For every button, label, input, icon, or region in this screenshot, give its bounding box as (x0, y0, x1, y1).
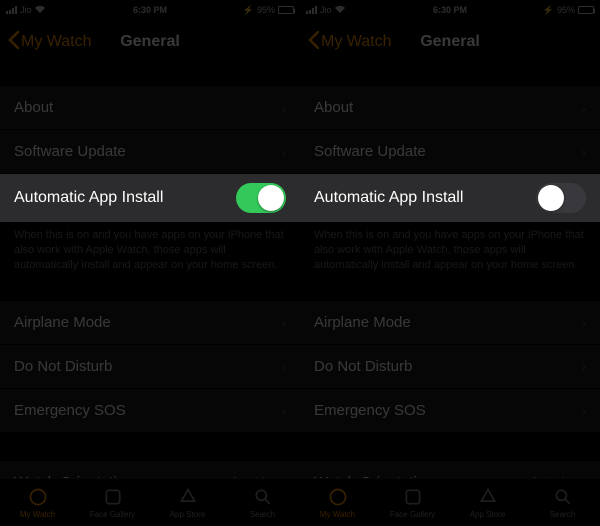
nav-bar: My Watch General (300, 20, 600, 64)
row-watch-orientation[interactable]: Watch Orientation Left Wrist › (0, 461, 300, 478)
page-title: General (120, 33, 180, 51)
tab-search[interactable]: Search (525, 486, 600, 519)
settings-list: About › Software Update › Automatic App … (300, 64, 600, 478)
chevron-right-icon: › (581, 474, 586, 478)
chevron-right-icon: › (281, 358, 286, 374)
tab-app-store[interactable]: App Store (150, 486, 225, 519)
orientation-value: Left Wrist (216, 474, 275, 478)
row-watch-orientation[interactable]: Watch Orientation Left Wrist › (300, 461, 600, 478)
nav-bar: My Watch General (0, 20, 300, 64)
row-software-update[interactable]: Software Update › (0, 130, 300, 174)
status-bar: Jio 6:30 PM ⚡ 95% (300, 0, 600, 20)
watch-icon (27, 486, 49, 508)
row-software-update[interactable]: Software Update › (300, 130, 600, 174)
back-label: My Watch (21, 33, 92, 51)
bluetooth-icon: ⚡ (243, 5, 254, 16)
settings-list: About › Software Update › Automatic App … (0, 64, 300, 478)
row-emergency-sos[interactable]: Emergency SOS › (300, 389, 600, 433)
app-store-icon (477, 486, 499, 508)
chevron-right-icon: › (281, 402, 286, 418)
chevron-right-icon: › (581, 358, 586, 374)
row-do-not-disturb[interactable]: Do Not Disturb › (0, 345, 300, 389)
battery-icon (578, 6, 594, 14)
chevron-right-icon: › (281, 144, 286, 160)
chevron-left-icon (8, 31, 19, 54)
battery-pct: 95% (257, 5, 275, 15)
search-icon (252, 486, 274, 508)
signal-icon (6, 6, 17, 14)
watch-icon (327, 486, 349, 508)
row-airplane-mode[interactable]: Airplane Mode › (0, 301, 300, 345)
tab-bar: My Watch Face Gallery App Store Search (0, 478, 300, 526)
row-emergency-sos[interactable]: Emergency SOS › (0, 389, 300, 433)
tab-face-gallery[interactable]: Face Gallery (75, 486, 150, 519)
row-automatic-app-install[interactable]: Automatic App Install (0, 174, 300, 222)
automatic-install-toggle[interactable] (536, 183, 586, 213)
wifi-icon (35, 5, 45, 15)
battery-icon (278, 6, 294, 14)
chevron-left-icon (308, 31, 319, 54)
chevron-right-icon: › (581, 144, 586, 160)
auto-install-footer: When this is on and you have apps on you… (300, 222, 600, 273)
tab-search[interactable]: Search (225, 486, 300, 519)
right-panel: Jio 6:30 PM ⚡ 95% My Watch General (300, 0, 600, 526)
automatic-install-toggle[interactable] (236, 183, 286, 213)
battery-pct: 95% (557, 5, 575, 15)
search-icon (552, 486, 574, 508)
app-store-icon (177, 486, 199, 508)
row-about[interactable]: About › (300, 86, 600, 130)
tab-app-store[interactable]: App Store (450, 486, 525, 519)
tab-face-gallery[interactable]: Face Gallery (375, 486, 450, 519)
chevron-right-icon: › (581, 314, 586, 330)
tab-my-watch[interactable]: My Watch (300, 486, 375, 519)
tab-bar: My Watch Face Gallery App Store Search (300, 478, 600, 526)
left-panel: Jio 6:30 PM ⚡ 95% My Watch General (0, 0, 300, 526)
bluetooth-icon: ⚡ (543, 5, 554, 16)
tab-my-watch[interactable]: My Watch (0, 486, 75, 519)
status-time: 6:30 PM (133, 5, 167, 15)
back-button[interactable]: My Watch (8, 31, 92, 54)
back-button[interactable]: My Watch (308, 31, 392, 54)
auto-install-footer: When this is on and you have apps on you… (0, 222, 300, 273)
row-about[interactable]: About › (0, 86, 300, 130)
status-time: 6:30 PM (433, 5, 467, 15)
face-gallery-icon (102, 486, 124, 508)
wifi-icon (335, 5, 345, 15)
chevron-right-icon: › (281, 474, 286, 478)
page-title: General (420, 33, 480, 51)
chevron-right-icon: › (281, 314, 286, 330)
row-automatic-app-install[interactable]: Automatic App Install (300, 174, 600, 222)
carrier-label: Jio (320, 5, 332, 15)
face-gallery-icon (402, 486, 424, 508)
chevron-right-icon: › (281, 100, 286, 116)
row-airplane-mode[interactable]: Airplane Mode › (300, 301, 600, 345)
chevron-right-icon: › (581, 402, 586, 418)
row-do-not-disturb[interactable]: Do Not Disturb › (300, 345, 600, 389)
back-label: My Watch (321, 33, 392, 51)
status-bar: Jio 6:30 PM ⚡ 95% (0, 0, 300, 20)
carrier-label: Jio (20, 5, 32, 15)
signal-icon (306, 6, 317, 14)
chevron-right-icon: › (581, 100, 586, 116)
orientation-value: Left Wrist (516, 474, 575, 478)
